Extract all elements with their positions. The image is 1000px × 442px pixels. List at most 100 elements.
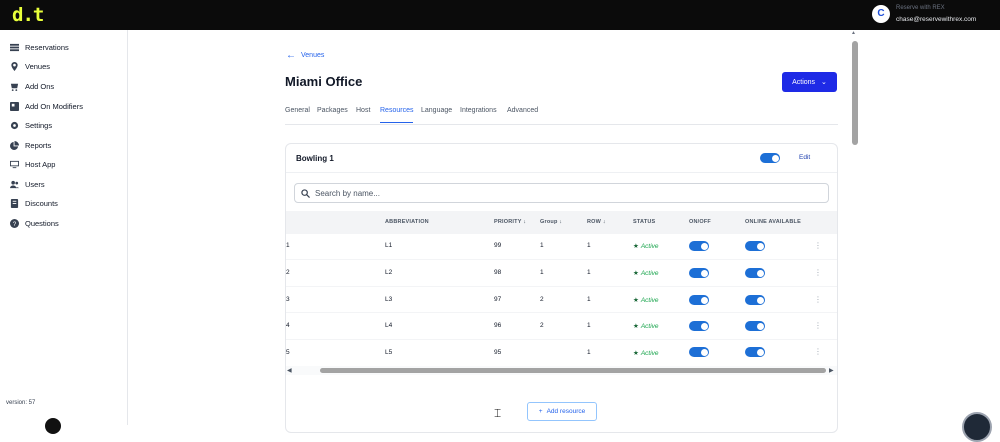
on-off-toggle[interactable]: [689, 295, 709, 305]
tab-host[interactable]: Host: [356, 107, 370, 114]
sidebar-item-users[interactable]: Users: [10, 176, 45, 192]
sidebar-item-label: Questions: [25, 218, 59, 228]
resource-group-title: Bowling 1: [296, 154, 334, 163]
add-resource-button[interactable]: + Add resource: [527, 402, 597, 421]
search-input[interactable]: [315, 188, 795, 198]
tab-resources[interactable]: Resources: [380, 107, 414, 123]
scroll-left-icon[interactable]: ◀: [287, 367, 292, 374]
online-available-toggle[interactable]: [745, 268, 765, 278]
back-link-label: Venues: [301, 52, 325, 59]
sidebar-item-host-app[interactable]: Host App: [10, 156, 55, 172]
scroll-right-icon[interactable]: ▶: [829, 367, 834, 374]
user-email: chase@reservewithrex.com: [896, 16, 977, 23]
row-menu-icon[interactable]: ⋮: [814, 295, 822, 304]
sidebar-item-label: Settings: [25, 120, 53, 130]
pie-chart-icon: [10, 140, 19, 150]
row-row: 1: [587, 242, 591, 249]
row-priority: 99: [494, 242, 502, 249]
version-label: version: 57: [6, 400, 36, 406]
column-header-row[interactable]: ROW ↓: [587, 219, 606, 225]
sidebar-item-label: Host App: [25, 159, 56, 169]
on-off-toggle[interactable]: [689, 347, 709, 357]
sidebar-item-add-ons[interactable]: Add Ons: [10, 78, 54, 94]
row-menu-icon[interactable]: ⋮: [814, 321, 822, 330]
column-header-priority[interactable]: PRIORITY ↓: [494, 219, 526, 225]
scroll-up-icon[interactable]: ▲: [851, 30, 856, 36]
user-name: Reserve with REX: [896, 5, 945, 11]
corner-widget-icon: [45, 418, 61, 434]
online-available-toggle[interactable]: [745, 347, 765, 357]
tab-packages[interactable]: Packages: [317, 107, 348, 114]
status-badge: ★ Active: [633, 349, 659, 357]
row-id: 5: [286, 349, 290, 356]
tab-advanced[interactable]: Advanced: [507, 107, 538, 114]
mouse-cursor-icon: ⌶: [494, 406, 502, 420]
map-pin-icon: [11, 61, 18, 71]
svg-text:?: ?: [13, 220, 17, 227]
row-priority: 98: [494, 269, 502, 276]
sidebar-item-reservations[interactable]: Reservations: [10, 39, 69, 55]
row-abbreviation: L2: [385, 269, 393, 276]
resource-group-toggle[interactable]: [760, 153, 780, 163]
online-available-toggle[interactable]: [745, 321, 765, 331]
row-group: 1: [540, 242, 544, 249]
column-header-status: STATUS: [633, 219, 656, 225]
top-bar: d.t C Reserve with REX chase@reservewith…: [0, 0, 1000, 30]
tab-integrations[interactable]: Integrations: [460, 107, 497, 114]
row-divider: [286, 339, 837, 340]
tab-general[interactable]: General: [285, 107, 310, 114]
sidebar-item-questions[interactable]: ? Questions: [10, 215, 59, 231]
row-menu-icon[interactable]: ⋮: [814, 347, 822, 356]
chevron-down-icon: ⌄: [821, 79, 827, 86]
sidebar-item-add-on-modifiers[interactable]: Add On Modifiers: [10, 98, 83, 114]
row-id: 2: [286, 269, 290, 276]
chat-help-icon[interactable]: [962, 412, 992, 442]
sidebar-item-label: Reservations: [25, 42, 69, 52]
sidebar-item-label: Reports: [25, 140, 52, 150]
row-priority: 97: [494, 296, 502, 303]
online-available-toggle[interactable]: [745, 241, 765, 251]
user-avatar[interactable]: C: [872, 5, 890, 23]
horizontal-scroll-thumb[interactable]: [320, 368, 826, 373]
cart-icon: [10, 83, 19, 91]
row-abbreviation: L1: [385, 242, 393, 249]
search-field[interactable]: [294, 183, 829, 203]
row-row: 1: [587, 322, 591, 329]
sidebar-item-label: Users: [25, 179, 45, 189]
row-menu-icon[interactable]: ⋮: [814, 268, 822, 277]
status-label: Active: [640, 350, 659, 357]
status-badge: ★ Active: [633, 242, 659, 250]
plus-icon: +: [538, 408, 543, 415]
vertical-scroll-thumb[interactable]: [852, 41, 858, 145]
row-divider: [286, 312, 837, 313]
sidebar-item-venues[interactable]: Venues: [10, 58, 50, 74]
status-badge: ★ Active: [633, 296, 659, 304]
online-available-toggle[interactable]: [745, 295, 765, 305]
on-off-toggle[interactable]: [689, 321, 709, 331]
row-abbreviation: L5: [385, 349, 393, 356]
column-header-online-available: ONLINE AVAILABLE: [745, 219, 801, 225]
on-off-toggle[interactable]: [689, 241, 709, 251]
row-menu-icon[interactable]: ⋮: [814, 241, 822, 250]
back-to-venues-link[interactable]: ← Venues: [286, 50, 324, 61]
sidebar-item-settings[interactable]: Settings: [10, 117, 52, 133]
tab-language[interactable]: Language: [421, 107, 452, 114]
sidebar-item-label: Add On Modifiers: [25, 101, 83, 111]
sidebar-item-discounts[interactable]: Discounts: [10, 195, 58, 211]
row-id: 3: [286, 296, 290, 303]
column-header-group[interactable]: Group ↓: [540, 219, 562, 225]
column-header-abbreviation[interactable]: ABBREVIATION: [385, 219, 429, 225]
row-divider: [286, 286, 837, 287]
status-badge: ★ Active: [633, 269, 659, 277]
row-row: 1: [587, 269, 591, 276]
sidebar-item-label: Add Ons: [25, 81, 55, 91]
row-group: 2: [540, 296, 544, 303]
actions-button[interactable]: Actions ⌄: [782, 72, 837, 92]
edit-button[interactable]: Edit: [799, 154, 810, 161]
app-logo[interactable]: d.t: [12, 4, 44, 26]
on-off-toggle[interactable]: [689, 268, 709, 278]
row-id: 1: [286, 242, 290, 249]
sidebar-item-reports[interactable]: Reports: [10, 137, 51, 153]
row-divider: [286, 259, 837, 260]
arrow-left-icon: ←: [286, 50, 296, 61]
